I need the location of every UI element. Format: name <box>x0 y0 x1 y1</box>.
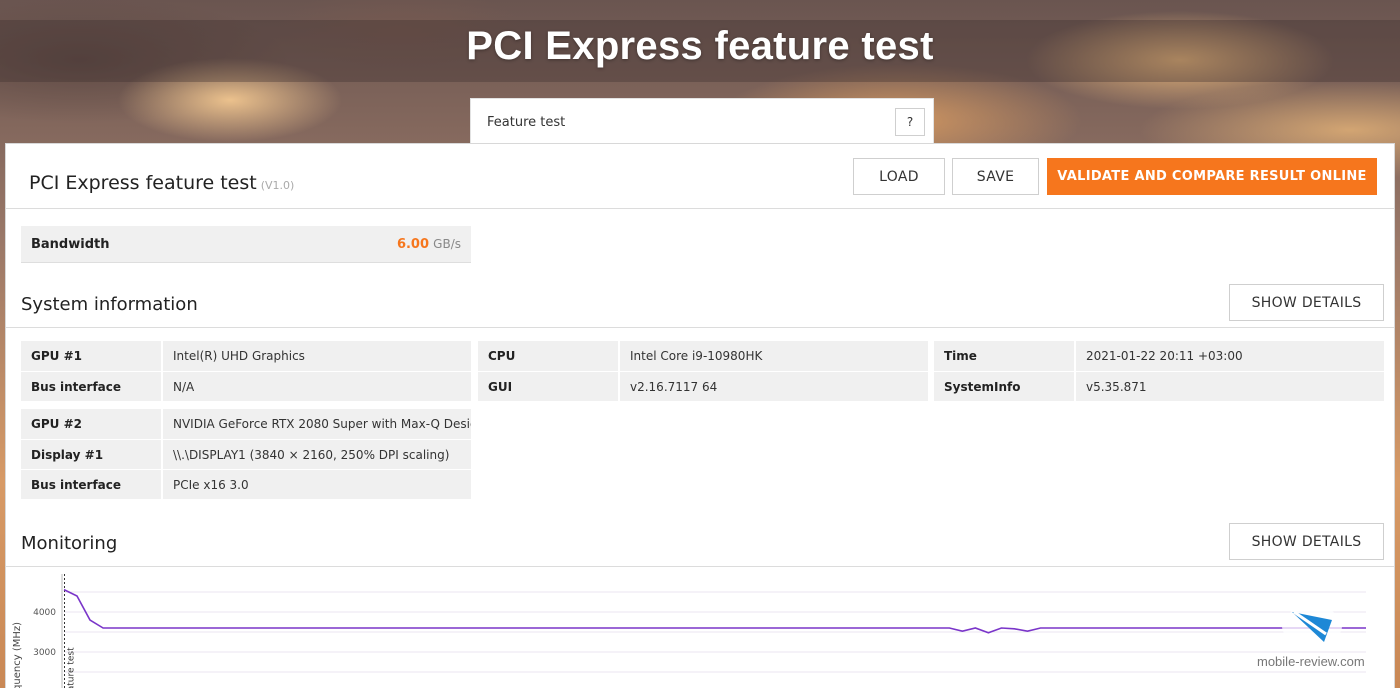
table-row: Bus interface N/A <box>21 371 471 401</box>
annotation-label: feature test <box>67 647 77 688</box>
table-row: Display #1 \\.\DISPLAY1 (3840 × 2160, 25… <box>21 439 471 469</box>
monitoring-show-details-button[interactable]: SHOW DETAILS <box>1229 523 1384 560</box>
version-label: (V1.0) <box>260 179 295 192</box>
info-value: Intel(R) UHD Graphics <box>163 341 471 371</box>
load-button[interactable]: LOAD <box>853 158 945 195</box>
table-row: GUI v2.16.7117 64 <box>478 371 928 401</box>
save-button[interactable]: SAVE <box>952 158 1039 195</box>
table-row: Time 2021-01-22 20:11 +03:00 <box>934 341 1384 371</box>
watermark: mobile-review.com <box>1245 598 1385 678</box>
selector-label: Feature test <box>487 115 566 130</box>
bandwidth-value: 6.00 GB/s <box>397 237 461 252</box>
info-value: N/A <box>163 372 471 401</box>
info-key: Bus interface <box>21 372 163 401</box>
info-key: SystemInfo <box>934 372 1076 401</box>
info-value: 2021-01-22 20:11 +03:00 <box>1076 341 1384 371</box>
bandwidth-row: Bandwidth 6.00 GB/s <box>21 226 471 263</box>
system-table-col2: CPU Intel Core i9-10980HK GUI v2.16.7117… <box>478 341 928 401</box>
series-line <box>63 588 1366 634</box>
system-table-col1b: GPU #2 NVIDIA GeForce RTX 2080 Super wit… <box>21 409 471 499</box>
info-key: Display #1 <box>21 440 163 469</box>
info-key: CPU <box>478 341 620 371</box>
system-table-col3: Time 2021-01-22 20:11 +03:00 SystemInfo … <box>934 341 1384 401</box>
watermark-text: mobile-review.com <box>1257 654 1365 669</box>
validate-button[interactable]: VALIDATE AND COMPARE RESULT ONLINE <box>1047 158 1377 195</box>
result-title: PCI Express feature test (V1.0) <box>29 172 294 194</box>
table-row: GPU #2 NVIDIA GeForce RTX 2080 Super wit… <box>21 409 471 439</box>
result-title-text: PCI Express feature test <box>29 172 257 194</box>
y-axis-label: equency (MHz) <box>12 621 24 688</box>
monitoring-divider <box>6 566 1394 567</box>
y-tick-label: 4000 <box>33 608 56 618</box>
bandwidth-unit: GB/s <box>433 237 461 251</box>
test-selector[interactable]: Feature test ? <box>470 98 934 148</box>
watermark-logo-icon <box>1282 606 1342 646</box>
info-key: GUI <box>478 372 620 401</box>
info-value: v5.35.871 <box>1076 372 1384 401</box>
info-value: PCIe x16 3.0 <box>163 470 471 499</box>
monitoring-chart: equency (MHz) 200030004000feature test <box>6 574 1394 688</box>
info-value: \\.\DISPLAY1 (3840 × 2160, 250% DPI scal… <box>163 440 471 469</box>
result-panel: PCI Express feature test (V1.0) LOAD SAVE… <box>5 143 1395 688</box>
info-value: NVIDIA GeForce RTX 2080 Super with Max-Q… <box>163 409 471 439</box>
help-button[interactable]: ? <box>895 108 925 136</box>
monitoring-title: Monitoring <box>21 533 118 554</box>
header-divider <box>6 208 1394 209</box>
y-tick-label: 3000 <box>33 648 56 658</box>
system-show-details-button[interactable]: SHOW DETAILS <box>1229 284 1384 321</box>
bandwidth-number: 6.00 <box>396 237 430 252</box>
info-key: Bus interface <box>21 470 163 499</box>
table-row: CPU Intel Core i9-10980HK <box>478 341 928 371</box>
info-key: Time <box>934 341 1076 371</box>
table-row: SystemInfo v5.35.871 <box>934 371 1384 401</box>
table-row: GPU #1 Intel(R) UHD Graphics <box>21 341 471 371</box>
table-row: Bus interface PCIe x16 3.0 <box>21 469 471 499</box>
system-divider <box>6 327 1394 328</box>
bandwidth-label: Bandwidth <box>31 237 110 252</box>
chart-svg: 200030004000feature test <box>33 574 1366 688</box>
system-table-col1: GPU #1 Intel(R) UHD Graphics Bus interfa… <box>21 341 471 401</box>
info-value: Intel Core i9-10980HK <box>620 341 928 371</box>
system-info-title: System information <box>21 294 198 315</box>
info-key: GPU #2 <box>21 409 163 439</box>
info-value: v2.16.7117 64 <box>620 372 928 401</box>
info-key: GPU #1 <box>21 341 163 371</box>
page-title: PCI Express feature test <box>466 24 934 68</box>
